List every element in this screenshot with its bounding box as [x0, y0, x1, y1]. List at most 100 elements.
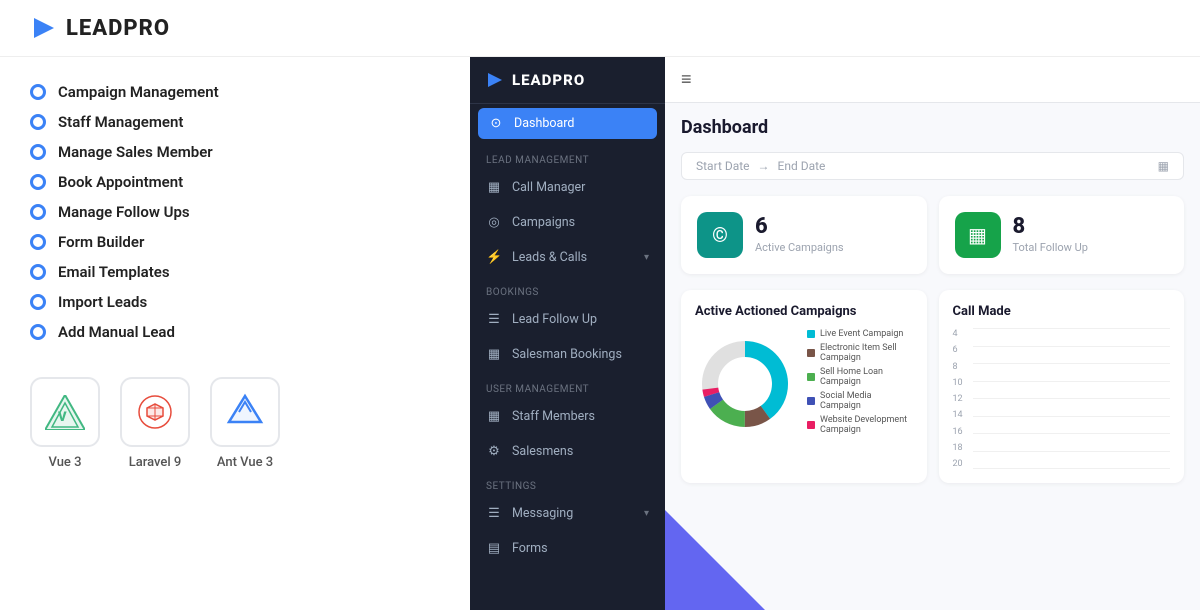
legend-item: Electronic Item Sell Campaign: [807, 343, 913, 363]
grid-line: [973, 451, 1171, 452]
list-item: Book Appointment: [30, 167, 440, 197]
call-manager-icon: ▦: [486, 180, 502, 195]
followup-stat-icon: ▦: [955, 212, 1001, 258]
laravel-logo-icon: [135, 392, 175, 432]
y-label: 12: [953, 394, 963, 404]
vue-label: Vue 3: [48, 455, 81, 470]
start-date-label: Start Date: [696, 159, 750, 173]
chevron-down-icon: ▾: [644, 508, 649, 519]
sidebar-item-call-manager[interactable]: ▦ Call Manager: [470, 170, 665, 205]
stat-label: Total Follow Up: [1013, 241, 1088, 254]
sidebar: LEADPRO ⊙ Dashboard Lead Management ▦ Ca…: [470, 57, 665, 610]
staff-icon: ▦: [486, 409, 502, 424]
vue-logo-icon: V: [45, 395, 85, 430]
sidebar-logo-text: LEADPRO: [512, 71, 585, 89]
messaging-icon: ☰: [486, 506, 502, 521]
right-panel: LEADPRO ⊙ Dashboard Lead Management ▦ Ca…: [470, 57, 1200, 610]
grid-line: [973, 381, 1171, 382]
logo-text: LEADPRO: [66, 16, 170, 41]
hamburger-icon[interactable]: ≡: [681, 69, 692, 90]
feature-dot: [30, 294, 46, 310]
end-date-label: End Date: [778, 159, 826, 173]
left-panel: Campaign Management Staff Management Man…: [0, 57, 470, 610]
sidebar-item-label: Leads & Calls: [512, 250, 634, 265]
sidebar-item-label: Salesmens: [512, 444, 649, 459]
stat-info: 8 Total Follow Up: [1013, 216, 1088, 254]
list-item: Campaign Management: [30, 77, 440, 107]
donut-legend: Live Event Campaign Electronic Item Sell…: [807, 329, 913, 439]
feature-dot: [30, 264, 46, 280]
sidebar-item-campaigns[interactable]: ◎ Campaigns: [470, 205, 665, 240]
feature-dot: [30, 174, 46, 190]
campaigns-icon: ◎: [486, 215, 502, 230]
grid-line: [973, 433, 1171, 434]
sidebar-item-staff-members[interactable]: ▦ Staff Members: [470, 399, 665, 434]
y-label: 14: [953, 410, 963, 420]
donut-chart: [695, 334, 795, 434]
date-filter[interactable]: Start Date → End Date ▦: [681, 152, 1184, 180]
donut-chart-card: Active Actioned Campaigns: [681, 290, 927, 483]
y-label: 4: [953, 329, 963, 339]
sidebar-item-salesman-bookings[interactable]: ▦ Salesman Bookings: [470, 337, 665, 372]
bookings-icon: ▦: [486, 347, 502, 362]
followup-icon: ☰: [486, 312, 502, 327]
y-label: 20: [953, 459, 963, 469]
antvu-badge: Ant Vue 3: [210, 377, 280, 470]
sidebar-item-dashboard[interactable]: ⊙ Dashboard: [478, 108, 657, 139]
sidebar-section-settings: Settings: [470, 469, 665, 496]
sidebar-logo: LEADPRO: [470, 57, 665, 104]
legend-item: Social Media Campaign: [807, 391, 913, 411]
sidebar-item-forms[interactable]: ▤ Forms: [470, 531, 665, 566]
laravel-badge: Laravel 9: [120, 377, 190, 470]
feature-dot: [30, 114, 46, 130]
purple-triangle-decoration: [665, 510, 765, 610]
y-label: 6: [953, 345, 963, 355]
sidebar-item-messaging[interactable]: ☰ Messaging ▾: [470, 496, 665, 531]
bar-chart-area: 20 18 16 14 12 10 8 6 4: [953, 329, 1171, 469]
stat-number: 8: [1013, 216, 1088, 238]
y-label: 8: [953, 362, 963, 372]
feature-dot: [30, 234, 46, 250]
grid-line: [973, 328, 1171, 329]
sidebar-logo-icon: [486, 71, 504, 89]
topbar: ≡: [665, 57, 1200, 103]
feature-dot: [30, 144, 46, 160]
stat-card-followup: ▦ 8 Total Follow Up: [939, 196, 1185, 274]
sidebar-item-lead-followup[interactable]: ☰ Lead Follow Up: [470, 302, 665, 337]
legend-label: Website Development Campaign: [820, 415, 913, 435]
calendar-icon[interactable]: ▦: [1158, 159, 1169, 173]
list-item: Form Builder: [30, 227, 440, 257]
antvu-box: [210, 377, 280, 447]
legend-color-dot: [807, 349, 815, 357]
list-item: Import Leads: [30, 287, 440, 317]
feature-dot: [30, 84, 46, 100]
sidebar-item-label: Dashboard: [514, 116, 647, 131]
legend-color-dot: [807, 330, 815, 338]
sidebar-item-leads-calls[interactable]: ⚡ Leads & Calls ▾: [470, 240, 665, 275]
home-icon: ⊙: [488, 116, 504, 131]
sidebar-item-label: Campaigns: [512, 215, 649, 230]
y-label: 18: [953, 443, 963, 453]
forms-icon: ▤: [486, 541, 502, 556]
donut-container: Live Event Campaign Electronic Item Sell…: [695, 329, 913, 439]
stat-info: 6 Active Campaigns: [755, 216, 844, 254]
sidebar-item-salesmens[interactable]: ⚙ Salesmens: [470, 434, 665, 469]
svg-text:V: V: [57, 410, 67, 425]
charts-row: Active Actioned Campaigns: [665, 282, 1200, 491]
grid-line: [973, 468, 1171, 469]
feature-dot: [30, 324, 46, 340]
legend-label: Live Event Campaign: [820, 329, 903, 339]
page-title: Dashboard: [665, 103, 1200, 144]
campaigns-stat-icon: ©: [697, 212, 743, 258]
chart-title: Active Actioned Campaigns: [695, 304, 913, 319]
chart-title: Call Made: [953, 304, 1171, 319]
antvu-label: Ant Vue 3: [217, 455, 273, 470]
grid-line: [973, 398, 1171, 399]
stat-label: Active Campaigns: [755, 241, 844, 254]
stat-cards: © 6 Active Campaigns ▦ 8 Total Follow Up: [665, 188, 1200, 282]
list-item: Staff Management: [30, 107, 440, 137]
grid-line: [973, 416, 1171, 417]
tech-badges: V Vue 3 Laravel 9: [30, 377, 440, 470]
main-content: Campaign Management Staff Management Man…: [0, 57, 1200, 610]
chevron-down-icon: ▾: [644, 252, 649, 263]
